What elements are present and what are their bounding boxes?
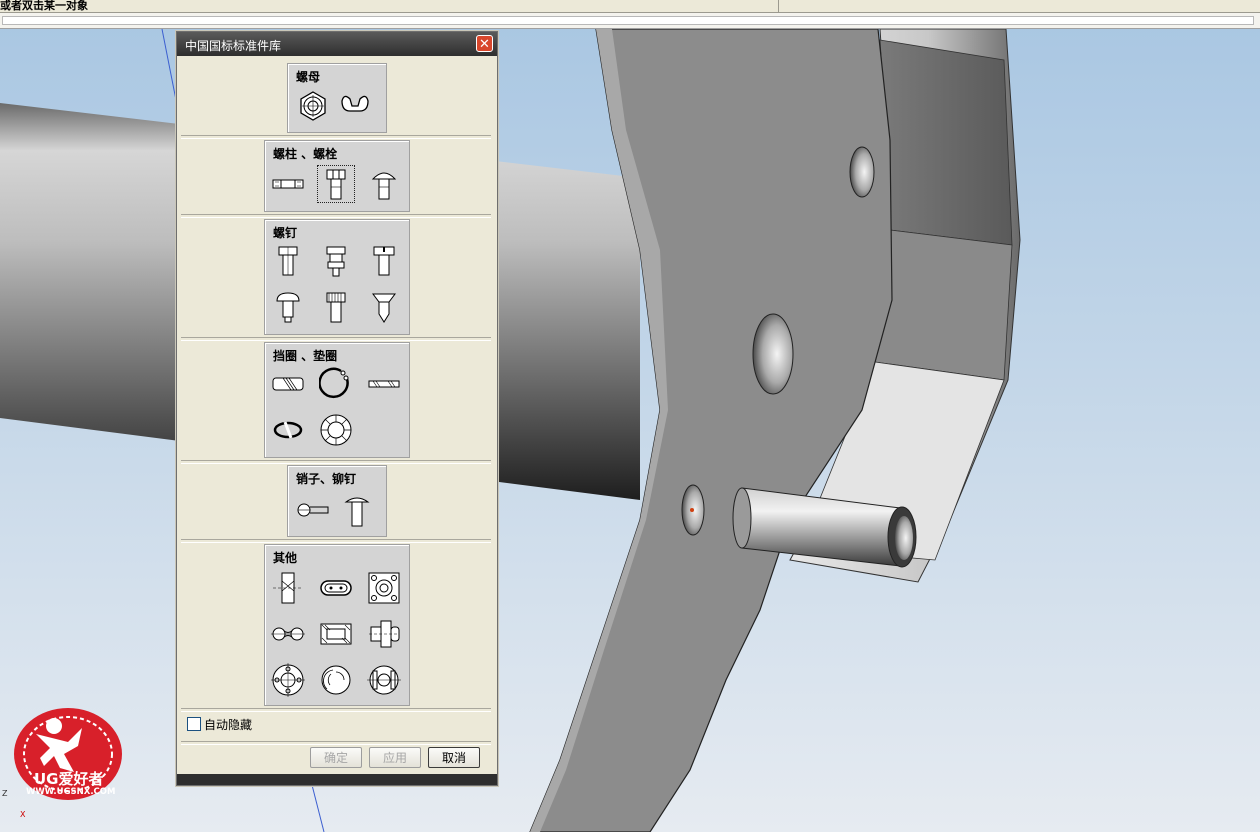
lock-washer-icon[interactable]: [319, 413, 353, 447]
slotted-screw-icon[interactable]: [367, 244, 401, 278]
group-title-nuts: 螺母: [296, 70, 321, 84]
pan-head-screw-icon[interactable]: [271, 290, 305, 324]
logo-brand-text: UG爱好者: [34, 770, 104, 788]
divider: [181, 708, 491, 712]
divider: [181, 741, 491, 745]
group-others: 其他: [264, 544, 410, 706]
ok-button[interactable]: 确定: [310, 747, 362, 768]
progress-track: [2, 16, 1254, 25]
status-prompt: 或者双击某一对象: [0, 0, 88, 12]
apply-button[interactable]: 应用: [369, 747, 421, 768]
group-rings-washers: 挡圈 、垫圈: [264, 342, 410, 458]
status-divider: [778, 0, 779, 12]
group-pins-rivets: 销子、铆钉: [287, 465, 387, 537]
progress-strip: [0, 13, 1260, 29]
cap-screw-icon[interactable]: [271, 244, 305, 278]
bearing-round-icon[interactable]: [367, 663, 401, 697]
group-title-studs-bolts: 螺柱 、螺栓: [273, 147, 338, 161]
axis-z-label: Z: [2, 789, 8, 798]
retaining-ring-icon[interactable]: [319, 367, 353, 401]
stud-icon[interactable]: [271, 167, 305, 201]
divider: [181, 337, 491, 341]
group-title-rings-washers: 挡圈 、垫圈: [273, 349, 338, 363]
logo-url-text: WWW.UGSNX.COM: [26, 787, 116, 797]
coupling-icon[interactable]: [367, 617, 401, 651]
round-head-bolt-icon[interactable]: [367, 167, 401, 201]
dialog-title: 中国国标标准件库: [185, 39, 282, 53]
spring-washer-icon[interactable]: [271, 413, 305, 447]
dialog-bottom-edge: [177, 774, 497, 785]
shoulder-screw-icon[interactable]: [319, 244, 353, 278]
divider: [181, 460, 491, 464]
key-block-icon[interactable]: [271, 571, 305, 605]
close-button[interactable]: ✕: [476, 35, 493, 52]
flat-washer-icon[interactable]: [367, 367, 401, 401]
group-title-pins-rivets: 销子、铆钉: [296, 472, 357, 486]
knurled-screw-icon[interactable]: [319, 290, 353, 324]
standard-parts-dialog: 中国国标标准件库 ✕ 螺母 螺柱 、螺栓 螺钉 挡圈 、垫圈 销子、铆钉 其他 …: [176, 31, 498, 786]
round-flange-icon[interactable]: [271, 663, 305, 697]
status-bar: 或者双击某一对象: [0, 0, 1260, 13]
split-pin-icon[interactable]: [296, 494, 330, 528]
axis-x-label: X: [20, 810, 26, 819]
divider: [181, 539, 491, 543]
shaft-collar-icon[interactable]: [271, 367, 305, 401]
dialog-titlebar[interactable]: 中国国标标准件库 ✕: [177, 32, 497, 56]
flange-square-icon[interactable]: [367, 571, 401, 605]
countersunk-screw-icon[interactable]: [367, 290, 401, 324]
group-title-others: 其他: [273, 551, 298, 565]
spiral-disc-icon[interactable]: [319, 663, 353, 697]
group-nuts: 螺母: [287, 63, 387, 133]
divider: [181, 214, 491, 218]
divider: [181, 135, 491, 139]
group-studs-bolts: 螺柱 、螺栓: [264, 140, 410, 212]
hex-nut-icon[interactable]: [296, 89, 330, 123]
group-title-screws: 螺钉: [273, 226, 298, 240]
rivet-icon[interactable]: [340, 494, 374, 528]
link-plate-icon[interactable]: [319, 571, 353, 605]
hex-bolt-icon[interactable]: [317, 165, 355, 203]
bearing-section-icon[interactable]: [319, 617, 353, 651]
wing-nut-icon[interactable]: [338, 89, 372, 123]
cancel-button[interactable]: 取消: [428, 747, 480, 768]
group-screws: 螺钉: [264, 219, 410, 335]
auto-hide-label: 自动隐藏: [204, 718, 253, 732]
chain-link-icon[interactable]: [271, 617, 305, 651]
auto-hide-checkbox[interactable]: [187, 717, 201, 731]
